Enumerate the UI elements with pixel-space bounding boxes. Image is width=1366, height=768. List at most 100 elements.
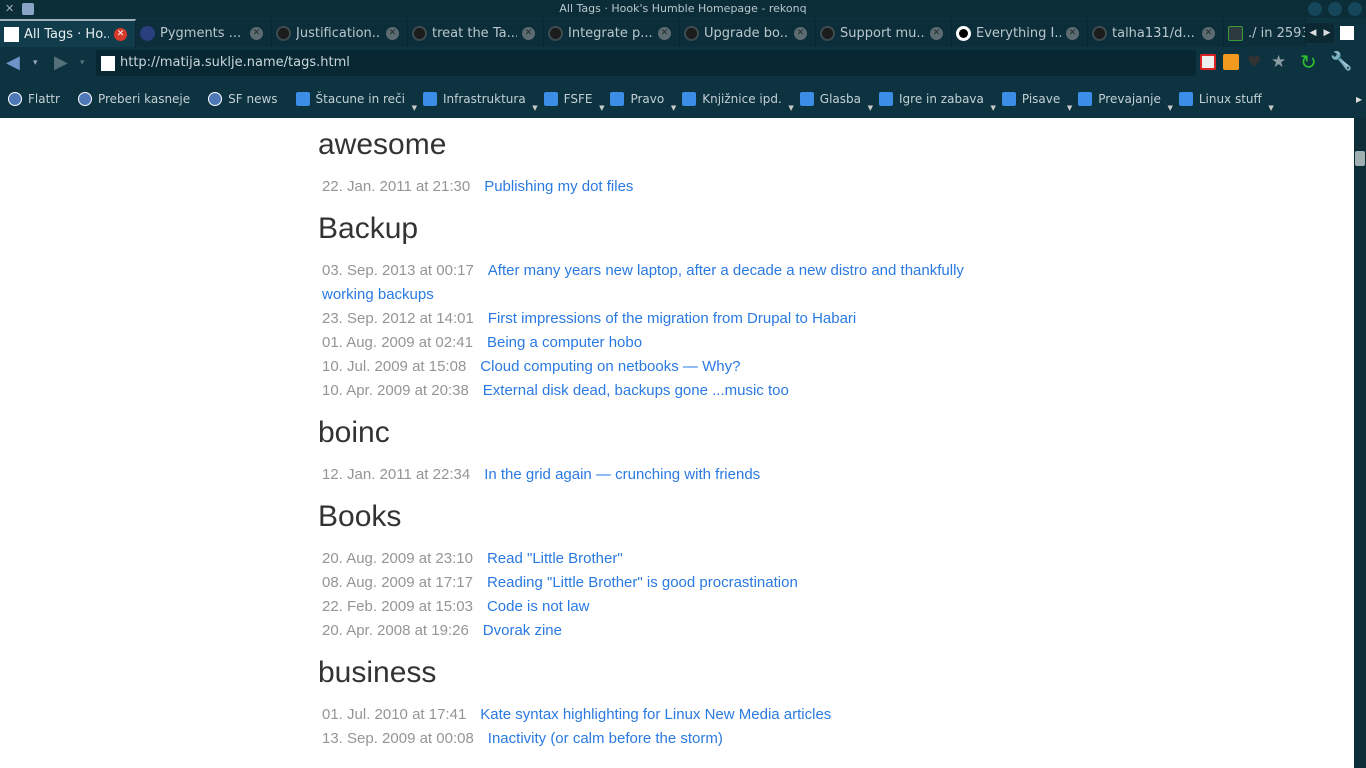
minimize-button[interactable]	[1308, 2, 1322, 16]
close-tab-icon[interactable]: ✕	[250, 26, 263, 40]
post-item: 13. Sep. 2009 at 00:08 Inactivity (or cal…	[318, 727, 1008, 751]
post-link[interactable]: Dvorak zine	[483, 622, 562, 639]
close-tab-icon[interactable]: ✕	[114, 27, 127, 41]
close-tab-icon[interactable]: ✕	[1066, 26, 1079, 40]
bookmark-label: FSFE	[563, 92, 593, 106]
bookmark-0[interactable]: Flattr	[8, 92, 64, 106]
post-link[interactable]: Being a computer hobo	[487, 334, 642, 351]
tab-4[interactable]: Integrate p... ✕	[544, 19, 680, 47]
maximize-button[interactable]	[1328, 2, 1342, 16]
tab-2[interactable]: Justification... ✕	[272, 19, 408, 47]
site-favicon	[101, 56, 115, 71]
tab-7[interactable]: Everything I... ✕	[952, 19, 1088, 47]
rss-icon[interactable]	[1223, 54, 1239, 70]
post-link[interactable]: Inactivity (or calm before the storm)	[488, 730, 723, 747]
heart-icon[interactable]: ♥	[1247, 54, 1263, 70]
tab-scroll-left-button[interactable]: ◀	[1306, 23, 1320, 43]
bookmark-10[interactable]: Pisave ▼	[1001, 92, 1072, 112]
github-icon	[276, 25, 291, 41]
post-item: 12. Jan. 2011 at 22:34 In the grid again …	[318, 463, 1008, 487]
tab-1[interactable]: Pygments ... ✕	[136, 19, 272, 47]
post-list: 01. Jul. 2010 at 17:41 Kate syntax highli…	[318, 703, 1008, 751]
tag-heading: Books	[318, 500, 402, 533]
post-item: 01. Jul. 2010 at 17:41 Kate syntax highli…	[318, 703, 1008, 727]
bookmark-7[interactable]: Knjižnice ipd. ▼	[682, 92, 794, 112]
bookmark-2[interactable]: SF news	[208, 92, 281, 106]
close-tab-icon[interactable]: ✕	[522, 26, 535, 40]
post-item: 10. Apr. 2009 at 20:38 External disk dead…	[318, 379, 1008, 403]
tab-3[interactable]: treat the Ta... ✕	[408, 19, 544, 47]
post-date: 10. Apr. 2009 at 20:38	[322, 382, 469, 399]
post-item: 22. Jan. 2011 at 21:30 Publishing my dot …	[318, 175, 1008, 199]
scrollbar-thumb[interactable]	[1355, 151, 1365, 166]
close-tab-icon[interactable]: ✕	[794, 26, 807, 40]
tab-scroll-right-button[interactable]: ▶	[1320, 23, 1334, 43]
close-window-icon[interactable]: ✕	[5, 0, 14, 18]
font-icon	[1001, 92, 1016, 106]
post-link[interactable]: External disk dead, backups gone ...musi…	[483, 382, 789, 399]
close-tab-icon[interactable]: ✕	[1202, 26, 1215, 40]
post-item: 01. Aug. 2009 at 02:41 Being a computer h…	[318, 331, 1008, 355]
bookmark-8[interactable]: Glasba ▼	[799, 92, 873, 112]
tab-bar: All Tags · Ho... ✕ Pygments ... ✕ Justificat…	[0, 19, 1366, 47]
tools-wrench-icon[interactable]: 🔧	[1330, 53, 1352, 71]
bookmark-4[interactable]: Infrastruktura ▼	[422, 92, 538, 112]
tab-8[interactable]: talha131/d... ✕	[1088, 19, 1224, 47]
chevron-down-icon: ▼	[990, 104, 996, 112]
post-link[interactable]: Cloud computing on netbooks — Why?	[480, 358, 740, 375]
bookmark-12[interactable]: Linux stuff ▼	[1178, 92, 1274, 112]
post-link[interactable]: Publishing my dot files	[484, 178, 633, 195]
close-tab-icon[interactable]: ✕	[930, 26, 943, 40]
bookmark-star-icon[interactable]: ★	[1271, 54, 1287, 71]
tab-label: Everything I...	[976, 25, 1061, 41]
bookmark-5[interactable]: FSFE ▼	[543, 92, 604, 112]
back-history-dropdown[interactable]: ▾	[33, 54, 38, 72]
post-date: 10. Jul. 2009 at 15:08	[322, 358, 467, 375]
pygments-favicon	[140, 25, 155, 41]
bookmarks-overflow-icon[interactable]: ▸	[1356, 92, 1362, 106]
post-date: 08. Aug. 2009 at 17:17	[322, 574, 473, 591]
tab-5[interactable]: Upgrade bo... ✕	[680, 19, 816, 47]
keep-above-button[interactable]	[1348, 2, 1362, 16]
tab-0[interactable]: All Tags · Ho... ✕	[0, 19, 136, 47]
bookmark-label: Linux stuff	[1198, 92, 1262, 106]
close-tab-icon[interactable]: ✕	[386, 26, 399, 40]
post-link[interactable]: Reading "Little Brother" is good procras…	[487, 574, 798, 591]
post-list: 22. Jan. 2011 at 21:30 Publishing my dot …	[318, 175, 1008, 199]
close-tab-icon[interactable]: ✕	[658, 26, 671, 40]
bookmark-label: Infrastruktura	[442, 92, 526, 106]
forward-button[interactable]: ▶	[54, 54, 68, 72]
post-link[interactable]: First impressions of the migration from …	[488, 310, 856, 327]
bookmark-11[interactable]: Prevajanje ▼	[1078, 92, 1173, 112]
forward-history-dropdown[interactable]: ▾	[80, 54, 85, 72]
bookmark-1[interactable]: Preberi kasneje	[77, 92, 194, 106]
tab-6[interactable]: Support mu... ✕	[816, 19, 952, 47]
folder-icon	[543, 92, 558, 106]
url-bar[interactable]: http://matija.suklje.name/tags.html	[96, 50, 1196, 76]
chevron-down-icon: ▼	[599, 104, 605, 112]
window-titlebar: ✕ All Tags · Hook's Humble Homepage - re…	[0, 0, 1366, 18]
adblock-icon[interactable]	[1200, 54, 1216, 70]
app-menu-icon[interactable]	[22, 3, 34, 15]
post-link[interactable]: Code is not law	[487, 598, 590, 615]
url-text: http://matija.suklje.name/tags.html	[120, 55, 350, 70]
vertical-scrollbar[interactable]	[1354, 118, 1366, 768]
chevron-down-icon: ▼	[867, 104, 874, 112]
github-icon	[1092, 25, 1107, 41]
new-tab-button[interactable]	[1340, 26, 1354, 40]
folder-icon	[295, 92, 310, 106]
reload-icon[interactable]: ↻	[1300, 52, 1317, 72]
post-link[interactable]: Kate syntax highlighting for Linux New M…	[480, 706, 831, 723]
chevron-down-icon: ▼	[1066, 104, 1073, 112]
post-item: 20. Aug. 2009 at 23:10 Read "Little Broth…	[318, 547, 1008, 571]
bookmark-9[interactable]: Igre in zabava ▼	[879, 92, 996, 112]
chevron-down-icon: ▼	[1167, 104, 1173, 112]
bookmark-3[interactable]: Štacune in reči ▼	[295, 92, 417, 112]
back-button[interactable]: ◀	[6, 54, 20, 72]
bookmark-6[interactable]: Pravo ▼	[610, 92, 676, 112]
chevron-down-icon: ▼	[670, 104, 677, 112]
tab-9[interactable]: ./ in 2593	[1224, 19, 1306, 47]
post-link[interactable]: Read "Little Brother"	[487, 550, 623, 567]
bookmark-label: Prevajanje	[1098, 92, 1161, 106]
post-link[interactable]: In the grid again — crunching with frien…	[484, 466, 760, 483]
